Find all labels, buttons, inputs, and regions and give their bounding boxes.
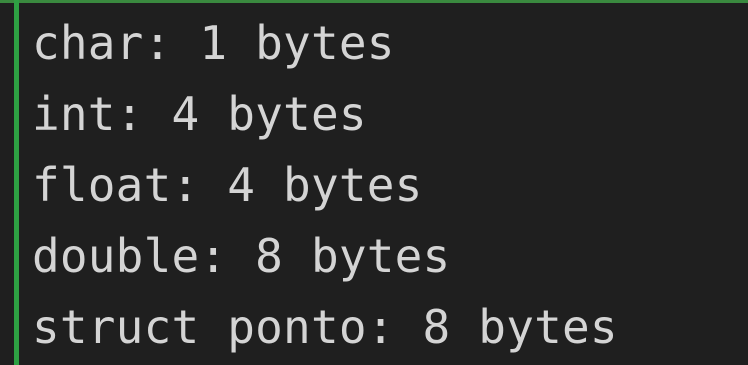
focus-accent-bar bbox=[14, 0, 19, 365]
output-line-struct-ponto: struct ponto: 8 bytes bbox=[32, 300, 618, 354]
program-output: char: 1 bytes int: 4 bytes float: 4 byte… bbox=[32, 8, 618, 363]
output-line-char: char: 1 bytes bbox=[32, 16, 395, 70]
output-line-double: double: 8 bytes bbox=[32, 229, 451, 283]
terminal-output-panel: char: 1 bytes int: 4 bytes float: 4 byte… bbox=[0, 0, 748, 365]
output-line-float: float: 4 bytes bbox=[32, 158, 423, 212]
panel-top-border bbox=[0, 0, 748, 3]
output-line-int: int: 4 bytes bbox=[32, 87, 367, 141]
